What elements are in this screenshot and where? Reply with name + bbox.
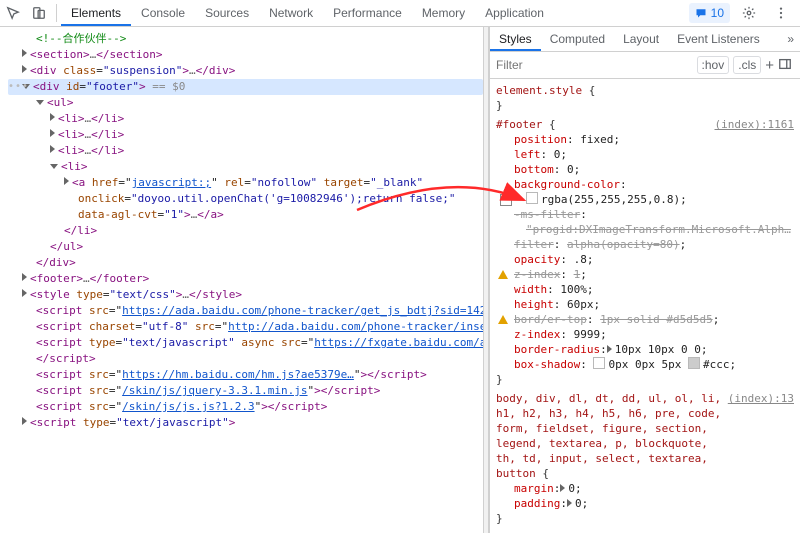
expand-icon[interactable] [22, 49, 27, 57]
tab-console[interactable]: Console [131, 0, 195, 26]
styles-filter-input[interactable] [494, 57, 693, 73]
color-swatch[interactable] [688, 357, 700, 369]
messages-badge[interactable]: 10 [689, 3, 730, 23]
messages-count: 10 [711, 6, 724, 20]
color-swatch[interactable] [526, 192, 538, 204]
tab-sources[interactable]: Sources [195, 0, 259, 26]
expand-shorthand-icon[interactable] [567, 499, 572, 507]
tab-layout[interactable]: Layout [614, 27, 668, 51]
tab-network[interactable]: Network [259, 0, 323, 26]
styles-rules[interactable]: element.style { } #footer {(index):1161 … [490, 79, 800, 533]
expand-icon[interactable] [22, 273, 27, 281]
source-link[interactable]: (index):1161 [715, 117, 794, 132]
main-toolbar: Elements Console Sources Network Perform… [0, 0, 800, 27]
tab-application[interactable]: Application [475, 0, 554, 26]
expand-icon[interactable] [50, 129, 55, 137]
tabs-overflow-icon[interactable]: » [781, 27, 800, 51]
new-rule-icon[interactable]: + [765, 57, 774, 74]
tab-performance[interactable]: Performance [323, 0, 412, 26]
expand-icon[interactable] [50, 113, 55, 121]
tab-styles[interactable]: Styles [490, 27, 541, 51]
devtools-window: Elements Console Sources Network Perform… [0, 0, 800, 533]
device-toggle-icon[interactable] [26, 0, 52, 26]
rule-user-agent-reset[interactable]: body, div, dl, dt, dd, ul, ol, li, h1, h… [496, 391, 794, 526]
expand-icon[interactable] [22, 417, 27, 425]
collapse-icon[interactable] [50, 164, 58, 169]
toolbar-separator [56, 4, 57, 22]
inspect-icon[interactable] [0, 0, 26, 26]
shadow-swatch[interactable] [593, 357, 605, 369]
expand-icon[interactable] [22, 65, 27, 73]
expand-icon[interactable] [50, 145, 55, 153]
expand-shorthand-icon[interactable] [607, 345, 612, 353]
hov-toggle[interactable]: :hov [697, 56, 730, 74]
expand-icon[interactable] [22, 289, 27, 297]
styles-sidebar-icon[interactable] [778, 57, 796, 74]
more-icon[interactable] [768, 0, 794, 26]
dom-tree[interactable]: <!--合作伙伴--> <section>…</section> <div cl… [0, 27, 483, 533]
expand-shorthand-icon[interactable] [560, 484, 565, 492]
tab-computed[interactable]: Computed [541, 27, 614, 51]
rule-element-style[interactable]: element.style { } [496, 83, 794, 113]
toggle-checkbox[interactable] [500, 194, 512, 206]
ellipsis-icon: ••• [8, 79, 29, 95]
styles-pane: Styles Computed Layout Event Listeners »… [489, 27, 800, 533]
dom-comment: <!--合作伙伴--> [36, 32, 126, 45]
styles-tabs: Styles Computed Layout Event Listeners » [490, 27, 800, 52]
cls-toggle[interactable]: .cls [733, 56, 761, 74]
source-link[interactable]: (index):13 [728, 391, 794, 481]
tab-memory[interactable]: Memory [412, 0, 475, 26]
selected-element[interactable]: ••• <div id="footer"> == $0 [8, 79, 483, 95]
tab-elements[interactable]: Elements [61, 0, 131, 26]
tab-event-listeners[interactable]: Event Listeners [668, 27, 769, 51]
settings-icon[interactable] [736, 0, 762, 26]
collapse-icon[interactable] [36, 100, 44, 105]
expand-icon[interactable] [64, 177, 69, 185]
styles-filter-bar: :hov .cls + [490, 52, 800, 79]
rule-footer[interactable]: #footer {(index):1161 position: fixed; l… [496, 117, 794, 387]
